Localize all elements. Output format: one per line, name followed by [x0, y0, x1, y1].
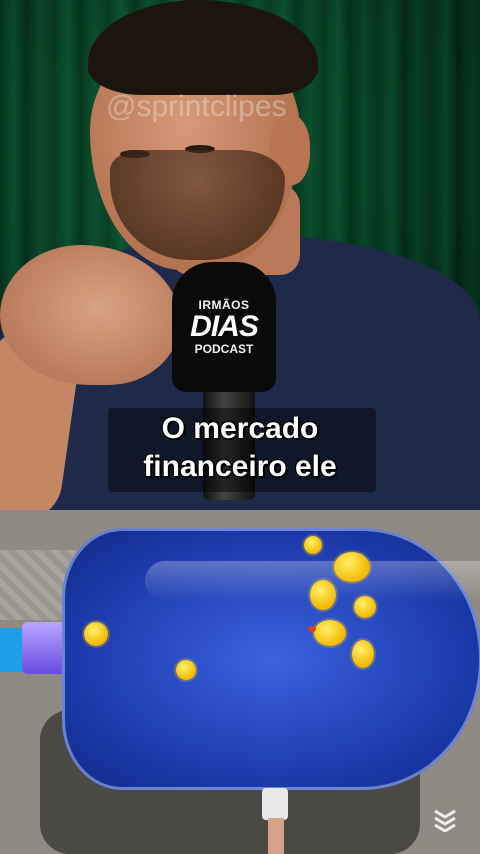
- subtitle-caption: O mercado financeiro ele: [100, 410, 380, 486]
- water-bead-tank: [62, 528, 480, 790]
- rubber-duck-icon: [352, 640, 374, 668]
- rubber-duck-icon: [84, 622, 108, 646]
- podcast-video-panel[interactable]: IRMÃOS DIAS PODCAST @sprintclipes O merc…: [0, 0, 480, 510]
- rubber-duck-icon: [176, 660, 196, 680]
- drain-pipe-lower: [268, 818, 284, 854]
- gameplay-video-panel[interactable]: [0, 510, 480, 854]
- rubber-duck-icon: [354, 596, 376, 618]
- rubber-duck-icon: [314, 620, 346, 646]
- caption-line1: O mercado: [161, 412, 319, 445]
- rubber-duck-icon: [310, 580, 336, 610]
- rubber-duck-icon: [334, 552, 370, 582]
- mic-brand-line3: PODCAST: [194, 342, 254, 356]
- microphone: IRMÃOS DIAS PODCAST: [172, 262, 276, 392]
- rubber-duck-icon: [304, 536, 322, 554]
- drain-pipe: [262, 788, 288, 820]
- duck-beak-icon: [308, 626, 316, 632]
- app-logo-icon: [434, 809, 456, 832]
- caption-line2: financeiro ele: [143, 450, 337, 483]
- watermark: @sprintclipes: [106, 90, 287, 123]
- mic-brand-line2: DIAS: [190, 310, 259, 343]
